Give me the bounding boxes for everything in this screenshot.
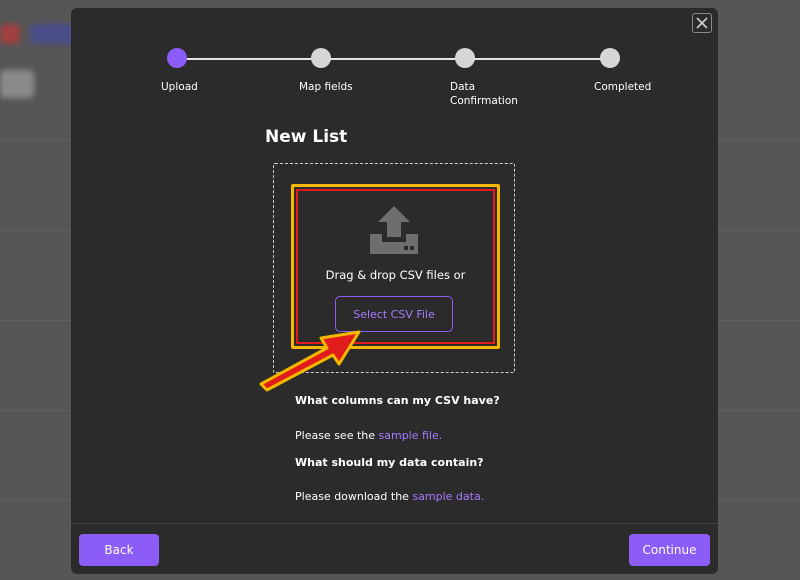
close-button[interactable] xyxy=(692,13,712,33)
step-dot-map-fields xyxy=(311,48,331,68)
step-label-map-fields: Map fields xyxy=(299,81,353,93)
upload-icon xyxy=(370,206,418,254)
footer-divider xyxy=(71,523,718,524)
sample-data-link[interactable]: sample data. xyxy=(412,490,484,503)
page-title: New List xyxy=(265,127,348,147)
back-button[interactable]: Back xyxy=(79,534,159,566)
data-help: Please download the sample data. xyxy=(295,490,484,503)
data-help-text: Please download the xyxy=(295,490,409,503)
step-label-upload: Upload xyxy=(161,81,198,93)
columns-question: What columns can my CSV have? xyxy=(295,394,500,407)
step-label-completed: Completed xyxy=(594,81,652,93)
dropzone-prompt: Drag & drop CSV files or xyxy=(325,268,466,282)
bg-blob xyxy=(0,24,20,44)
step-label-data-confirmation: Data Confirmation xyxy=(450,81,518,107)
data-question: What should my data contain? xyxy=(295,456,484,469)
sample-file-link[interactable]: sample file. xyxy=(379,429,443,442)
stepper-line xyxy=(177,58,611,60)
step-dot-data-confirmation xyxy=(455,48,475,68)
columns-help-text: Please see the xyxy=(295,429,376,442)
import-modal: Upload Map fields Data Confirmation Comp… xyxy=(71,8,718,574)
continue-button[interactable]: Continue xyxy=(629,534,710,566)
bg-blob xyxy=(0,70,34,98)
step-dot-completed xyxy=(600,48,620,68)
progress-stepper: Upload Map fields Data Confirmation Comp… xyxy=(71,48,718,118)
columns-help: Please see the sample file. xyxy=(295,429,442,442)
pointer-arrow-icon xyxy=(259,330,361,392)
step-dot-upload xyxy=(167,48,187,68)
close-icon xyxy=(696,17,708,29)
